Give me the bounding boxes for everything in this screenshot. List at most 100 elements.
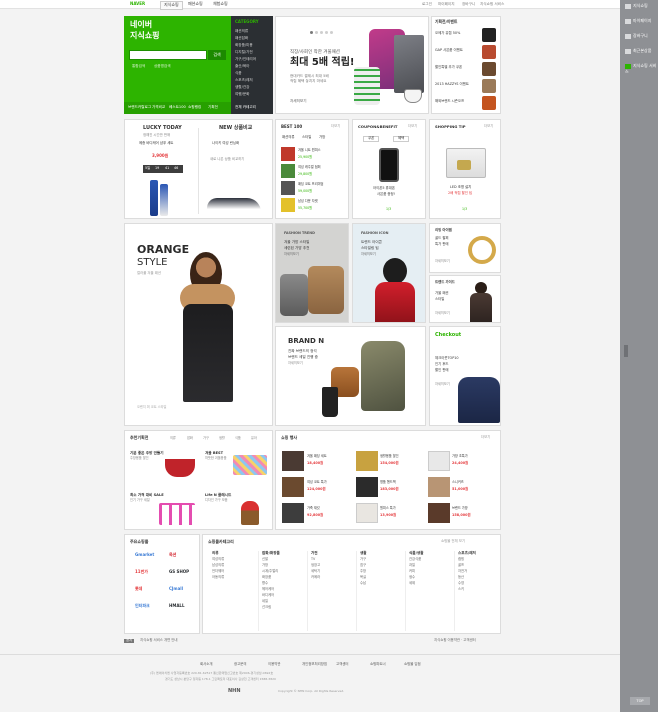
mall-category-link[interactable]: 가방 xyxy=(262,563,268,568)
planning-item[interactable]: 할인특별 추가 쿠폰 xyxy=(435,65,462,70)
sale-thumb[interactable] xyxy=(428,477,450,497)
mall-category-link[interactable]: 생수 xyxy=(409,575,415,580)
mall-category-link[interactable]: 시계/주얼리 xyxy=(262,569,278,574)
best-thumb[interactable] xyxy=(281,181,295,195)
tab-naver[interactable]: NAVER xyxy=(130,1,145,7)
best-item-name[interactable]: 남성 다운 자켓 xyxy=(298,199,318,204)
best-tab[interactable]: 스타일 xyxy=(302,135,311,140)
recommend-tab[interactable]: 잡화 xyxy=(187,436,193,441)
mall-logo[interactable]: GS SHOP xyxy=(169,569,189,577)
mall-category-link[interactable]: 침구 xyxy=(360,563,366,568)
category-item[interactable]: 패션의류 xyxy=(235,29,248,34)
mall-category-link[interactable]: 세제 xyxy=(409,581,415,586)
sidebar-item-recent[interactable]: 최근본상품 xyxy=(625,48,657,58)
link-best[interactable]: 베스트100 xyxy=(169,105,186,109)
sale-item-name[interactable]: 겨울 패딩 세트 xyxy=(307,454,327,459)
carousel-dot[interactable] xyxy=(315,31,318,34)
recommend-tab[interactable]: 유아 xyxy=(251,436,257,441)
login-link[interactable]: 로그인 xyxy=(422,2,432,6)
category-item[interactable]: 생활/건강 xyxy=(235,85,249,90)
search-button[interactable]: 검색 xyxy=(208,50,226,60)
sale-item-name[interactable]: 명품 핸드백 xyxy=(380,480,396,485)
mall-category-link[interactable]: 욕실 xyxy=(360,575,366,580)
mall-category-link[interactable]: 등산 xyxy=(458,575,464,580)
mall-category-link[interactable]: 수영 xyxy=(458,581,464,586)
footer-link[interactable]: 이용약관 xyxy=(268,662,280,667)
best-item-name[interactable]: 겨울 니트 원피스 xyxy=(298,148,321,153)
category-item[interactable]: 패션잡화 xyxy=(235,36,248,41)
category-item[interactable]: 식품 xyxy=(235,71,242,76)
coupon-pager[interactable]: 1/3 xyxy=(386,207,391,212)
sale-item-name[interactable]: 가방 초특가 xyxy=(452,454,468,459)
recommend-tab[interactable]: 의류 xyxy=(170,436,176,441)
category-all-button[interactable]: 전체 카테고리 xyxy=(235,105,256,110)
best-item-name[interactable]: 여성 캐주얼 점퍼 xyxy=(298,165,321,170)
carousel-dot[interactable] xyxy=(330,31,333,34)
mall-logo[interactable]: 인터파크 xyxy=(135,603,153,611)
best-tab[interactable]: 가방 xyxy=(319,135,325,140)
top-button[interactable]: TOP xyxy=(630,697,650,705)
mall-category-link[interactable]: 향수 xyxy=(262,581,268,586)
mall-category-link[interactable]: 캠핑 xyxy=(458,557,464,562)
cart-link[interactable]: 장바구니 xyxy=(462,2,475,6)
sale-item-name[interactable]: 스니커즈 xyxy=(452,480,464,485)
sale-thumb[interactable] xyxy=(428,451,450,471)
mall-category-link[interactable]: 화장품 xyxy=(262,575,271,580)
footer-link[interactable]: 쇼핑파트너 xyxy=(370,662,386,667)
sale-thumb[interactable] xyxy=(356,503,378,523)
tip-more[interactable]: 더보기 xyxy=(484,124,493,129)
best-item-name[interactable]: 패딩 코트 프리미엄 xyxy=(298,182,324,187)
recommend-item-title[interactable]: 최소 가격 대비 SALE xyxy=(130,493,164,497)
mall-category-link[interactable]: 헤어케어 xyxy=(262,587,274,592)
sale-thumb[interactable] xyxy=(356,477,378,497)
mall-logo[interactable]: CJmall xyxy=(169,586,187,594)
mall-category-link[interactable]: 남성의류 xyxy=(212,563,224,568)
mall-logo[interactable]: 롯데 xyxy=(135,586,153,594)
hero-link[interactable]: 자세히보기 xyxy=(290,99,307,103)
mall-logo[interactable]: 11번가 xyxy=(135,569,153,577)
mall-category-link[interactable]: 언더웨어 xyxy=(212,569,224,574)
mall-category-link[interactable]: 골프 xyxy=(458,563,464,568)
planning-item[interactable]: 오메가 유렵 50% xyxy=(435,31,460,36)
recommend-tab[interactable]: 생활 xyxy=(219,436,225,441)
tab-shopping[interactable]: 지식쇼핑 xyxy=(160,1,183,10)
sale-item-name[interactable]: 브랜드 가방 xyxy=(452,506,468,511)
best-thumb[interactable] xyxy=(281,164,295,178)
search-input[interactable] xyxy=(129,50,207,60)
mall-logo[interactable]: Gmarket xyxy=(135,552,154,560)
tip-pager[interactable]: 1/3 xyxy=(462,207,467,212)
sale-thumb[interactable] xyxy=(282,477,304,497)
footer-link[interactable]: 회사소개 xyxy=(200,662,212,667)
link-planning[interactable]: 기획전 xyxy=(208,105,218,109)
orange-style-banner[interactable]: ORANGE STYLE 컬러풀 겨울 패션 오렌지 퍼 코트 스타일 xyxy=(124,223,273,426)
sale-thumb[interactable] xyxy=(282,503,304,523)
living-link[interactable]: 자세히보기 xyxy=(435,259,450,264)
carousel-dot[interactable] xyxy=(320,31,323,34)
link-brand[interactable]: 브랜드카탈로그 xyxy=(128,105,151,109)
recommend-item-title[interactable]: Life N 플래시드 xyxy=(205,493,231,497)
link-ranking[interactable]: 쇼핑랭킹 xyxy=(188,105,201,109)
best-thumb[interactable] xyxy=(281,198,295,212)
brand-link[interactable]: 자세히보기 xyxy=(288,361,303,366)
recommend-item-title[interactable]: 기분 좋은 주방 만들기 xyxy=(130,451,164,455)
footer-link[interactable]: 개인정보처리방침 xyxy=(302,662,327,667)
mall-category-link[interactable]: 과일 xyxy=(409,563,415,568)
planning-item[interactable]: GAP 사은품 이벤트 xyxy=(435,48,463,53)
best-thumb[interactable] xyxy=(281,147,295,161)
brand-n-banner[interactable]: BRAND N 진짜 브랜드의 정석 브랜드 세일 진행 중 자세히보기 xyxy=(275,326,426,426)
sale-thumb[interactable] xyxy=(282,451,304,471)
recommend-tab[interactable]: 가구 xyxy=(203,436,209,441)
recommend-item-title[interactable]: 겨울 BEST xyxy=(205,451,223,455)
category-item[interactable]: 화장품/미용 xyxy=(235,43,253,48)
link-compare[interactable]: 가격비교 xyxy=(152,105,165,109)
sidebar-item-cart[interactable]: 장바구니 xyxy=(625,33,657,43)
recommend-tab[interactable]: 식품 xyxy=(235,436,241,441)
mall-category-link[interactable]: 주방 xyxy=(360,569,366,574)
mall-category-link[interactable]: 선크림 xyxy=(262,605,271,610)
sale-item-name[interactable]: 가죽 재킷 xyxy=(307,506,320,511)
mall-logo[interactable]: HMALL xyxy=(169,603,187,611)
mall-category-link[interactable]: 신발 xyxy=(262,557,268,562)
sale-item-name[interactable]: 생활용품 할인 xyxy=(380,454,399,459)
service-link[interactable]: 지식쇼핑 서비스 xyxy=(480,2,504,6)
mall-category-link[interactable]: 커피 xyxy=(409,569,415,574)
